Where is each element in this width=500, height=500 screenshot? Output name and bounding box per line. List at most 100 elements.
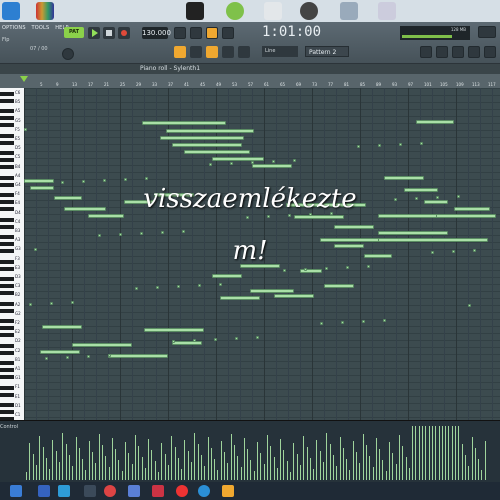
velocity-bar[interactable] xyxy=(481,470,483,480)
velocity-bar[interactable] xyxy=(435,426,437,480)
note[interactable] xyxy=(293,159,296,162)
velocity-bar[interactable] xyxy=(418,426,420,480)
velocity-bar[interactable] xyxy=(35,465,37,480)
velocity-bar[interactable] xyxy=(441,426,443,480)
note[interactable] xyxy=(214,338,217,341)
play-button[interactable] xyxy=(88,27,100,39)
velocity-bar[interactable] xyxy=(369,456,371,480)
black-key[interactable] xyxy=(0,165,14,169)
velocity-bar[interactable] xyxy=(290,472,291,480)
note[interactable] xyxy=(177,285,180,288)
word-icon[interactable] xyxy=(38,485,50,497)
start-icon[interactable] xyxy=(10,485,22,497)
black-key[interactable] xyxy=(0,333,14,337)
velocity-bar[interactable] xyxy=(177,458,179,480)
velocity-bar[interactable] xyxy=(214,459,216,480)
velocity-bar[interactable] xyxy=(39,436,41,480)
piano-roll-button[interactable] xyxy=(468,46,480,58)
velocity-bar[interactable] xyxy=(461,444,463,480)
note[interactable] xyxy=(324,284,354,288)
velocity-bar[interactable] xyxy=(293,443,295,480)
velocity-bar[interactable] xyxy=(445,426,447,480)
note[interactable] xyxy=(383,319,386,322)
velocity-bar[interactable] xyxy=(283,450,285,480)
note[interactable] xyxy=(156,286,159,289)
velocity-bar[interactable] xyxy=(148,439,150,480)
note[interactable] xyxy=(416,120,454,124)
velocity-bar[interactable] xyxy=(263,464,265,480)
velocity-bar[interactable] xyxy=(326,433,328,480)
black-key[interactable] xyxy=(0,151,14,155)
velocity-bar[interactable] xyxy=(296,454,298,480)
velocity-bar[interactable] xyxy=(227,463,229,480)
chrome-icon[interactable] xyxy=(104,485,116,497)
black-key[interactable] xyxy=(0,277,14,281)
velocity-bar[interactable] xyxy=(200,455,202,480)
pattern-select[interactable]: Pattern 2 xyxy=(305,46,349,57)
note[interactable] xyxy=(24,128,27,131)
menu-tools[interactable]: TOOLS xyxy=(32,25,50,31)
note[interactable] xyxy=(235,337,238,340)
black-key[interactable] xyxy=(0,375,14,379)
velocity-bar[interactable] xyxy=(108,467,110,480)
velocity-bar[interactable] xyxy=(187,451,189,480)
black-key[interactable] xyxy=(0,98,14,103)
mixer-button[interactable] xyxy=(420,46,432,58)
note[interactable] xyxy=(304,268,307,271)
note[interactable] xyxy=(219,283,222,286)
note[interactable] xyxy=(346,266,349,269)
velocity-bar[interactable] xyxy=(197,444,199,480)
note[interactable] xyxy=(212,157,264,161)
velocity-bar[interactable] xyxy=(346,459,348,480)
velocity-bar[interactable] xyxy=(428,426,430,480)
note[interactable] xyxy=(144,328,204,332)
note[interactable] xyxy=(145,177,148,180)
velocity-bar[interactable] xyxy=(128,453,130,480)
countdown-button[interactable] xyxy=(206,27,218,39)
note[interactable] xyxy=(384,176,424,180)
time-ruler[interactable]: 5 9 13 17 21 25 29 33 37 41 45 49 53 57 61 65 69 73 77 81 85… xyxy=(0,74,500,88)
playhead-marker[interactable] xyxy=(20,76,28,82)
velocity-bar[interactable] xyxy=(392,453,394,480)
paint-tool-button[interactable] xyxy=(190,46,202,58)
velocity-bar[interactable] xyxy=(75,437,77,480)
velocity-bar[interactable] xyxy=(82,459,84,480)
select-tool-button[interactable] xyxy=(222,46,234,58)
note[interactable] xyxy=(220,296,260,300)
velocity-bar[interactable] xyxy=(161,443,163,480)
velocity-bar[interactable] xyxy=(118,460,120,480)
desktop-app-icon[interactable] xyxy=(2,2,20,20)
black-key[interactable] xyxy=(0,224,14,229)
note[interactable] xyxy=(272,160,275,163)
browser-button[interactable] xyxy=(478,26,496,38)
velocity-bar[interactable] xyxy=(372,467,374,480)
menu-options[interactable]: OPTIONS xyxy=(2,25,26,31)
velocity-bar[interactable] xyxy=(402,446,404,480)
velocity-bar[interactable] xyxy=(332,455,334,480)
velocity-bar[interactable] xyxy=(266,435,268,480)
note[interactable] xyxy=(40,350,80,354)
black-key[interactable] xyxy=(0,392,14,397)
gem-icon[interactable] xyxy=(152,485,164,497)
velocity-bar[interactable] xyxy=(329,444,331,480)
velocity-bar[interactable] xyxy=(323,462,324,480)
opera-icon[interactable] xyxy=(176,485,188,497)
black-key[interactable] xyxy=(0,266,14,271)
note[interactable] xyxy=(50,302,53,305)
black-key[interactable] xyxy=(0,385,14,390)
note[interactable] xyxy=(193,339,196,342)
event-control-pane[interactable]: Control xyxy=(0,420,500,482)
black-key[interactable] xyxy=(0,308,14,313)
note[interactable] xyxy=(274,294,314,298)
velocity-bar[interactable] xyxy=(356,452,357,480)
velocity-bar[interactable] xyxy=(484,441,486,480)
velocity-bar[interactable] xyxy=(138,446,140,480)
velocity-bar[interactable] xyxy=(464,455,466,480)
velocity-bar[interactable] xyxy=(243,438,245,480)
velocity-bar[interactable] xyxy=(55,451,57,480)
pattern-mode-toggle[interactable]: PAT xyxy=(64,27,84,38)
velocity-bar[interactable] xyxy=(250,460,252,480)
record-button[interactable] xyxy=(118,27,130,39)
plugin-picker-button[interactable] xyxy=(484,46,496,58)
draw-tool-button[interactable] xyxy=(174,46,186,58)
